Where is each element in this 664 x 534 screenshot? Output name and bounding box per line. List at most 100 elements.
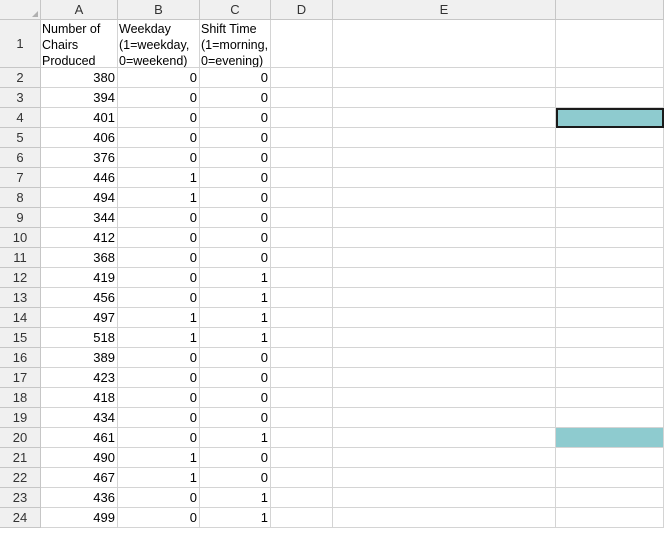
select-all-corner[interactable]	[0, 0, 41, 20]
cell-d7[interactable]	[271, 168, 333, 188]
column-header-c[interactable]: C	[200, 0, 271, 20]
cell-e3[interactable]	[333, 88, 556, 108]
cell-d20[interactable]	[271, 428, 333, 448]
cell-d10[interactable]	[271, 228, 333, 248]
cell-e16[interactable]	[333, 348, 556, 368]
cell-f5[interactable]	[556, 128, 664, 148]
data-cell-a24[interactable]: 499	[41, 508, 118, 528]
data-cell-a7[interactable]: 446	[41, 168, 118, 188]
data-cell-c3[interactable]: 0	[200, 88, 271, 108]
cell-f19[interactable]	[556, 408, 664, 428]
data-cell-c9[interactable]: 0	[200, 208, 271, 228]
cell-e10[interactable]	[333, 228, 556, 248]
column-header-d[interactable]: D	[271, 0, 333, 20]
cell-f16[interactable]	[556, 348, 664, 368]
cell-d3[interactable]	[271, 88, 333, 108]
cell-e13[interactable]	[333, 288, 556, 308]
data-cell-b22[interactable]: 1	[118, 468, 200, 488]
data-cell-a4[interactable]: 401	[41, 108, 118, 128]
data-cell-a8[interactable]: 494	[41, 188, 118, 208]
data-cell-a20[interactable]: 461	[41, 428, 118, 448]
cell-d19[interactable]	[271, 408, 333, 428]
cell-e22[interactable]	[333, 468, 556, 488]
data-cell-a19[interactable]: 434	[41, 408, 118, 428]
cell-f2[interactable]	[556, 68, 664, 88]
cell-d22[interactable]	[271, 468, 333, 488]
data-cell-c15[interactable]: 1	[200, 328, 271, 348]
row-header-2[interactable]: 2	[0, 68, 41, 88]
data-cell-a12[interactable]: 419	[41, 268, 118, 288]
cell-d17[interactable]	[271, 368, 333, 388]
cell-f1[interactable]	[556, 20, 664, 68]
data-cell-a16[interactable]: 389	[41, 348, 118, 368]
data-cell-a14[interactable]: 497	[41, 308, 118, 328]
data-cell-a17[interactable]: 423	[41, 368, 118, 388]
row-header-23[interactable]: 23	[0, 488, 41, 508]
cell-f21[interactable]	[556, 448, 664, 468]
cell-e14[interactable]	[333, 308, 556, 328]
column-header-e[interactable]: E	[333, 0, 556, 20]
cell-f18[interactable]	[556, 388, 664, 408]
data-cell-a10[interactable]: 412	[41, 228, 118, 248]
data-cell-b10[interactable]: 0	[118, 228, 200, 248]
row-header-8[interactable]: 8	[0, 188, 41, 208]
data-cell-a15[interactable]: 518	[41, 328, 118, 348]
cell-e6[interactable]	[333, 148, 556, 168]
cell-f10[interactable]	[556, 228, 664, 248]
column-header-b[interactable]: B	[118, 0, 200, 20]
data-cell-c17[interactable]: 0	[200, 368, 271, 388]
data-cell-c4[interactable]: 0	[200, 108, 271, 128]
data-cell-b23[interactable]: 0	[118, 488, 200, 508]
cell-d9[interactable]	[271, 208, 333, 228]
spreadsheet-grid[interactable]: A B C D E 1 2 3 4 5 6 7 8 9 10 11 12 13 14 15 16 17 18 19 20 21 22…	[0, 0, 664, 534]
cell-d5[interactable]	[271, 128, 333, 148]
data-cell-b12[interactable]: 0	[118, 268, 200, 288]
data-cell-c13[interactable]: 1	[200, 288, 271, 308]
cell-d2[interactable]	[271, 68, 333, 88]
data-cell-c22[interactable]: 0	[200, 468, 271, 488]
cell-f7[interactable]	[556, 168, 664, 188]
data-cell-b8[interactable]: 1	[118, 188, 200, 208]
data-cell-a3[interactable]: 394	[41, 88, 118, 108]
row-header-21[interactable]: 21	[0, 448, 41, 468]
cell-f17[interactable]	[556, 368, 664, 388]
row-header-24[interactable]: 24	[0, 508, 41, 528]
data-cell-b19[interactable]: 0	[118, 408, 200, 428]
data-cell-b3[interactable]: 0	[118, 88, 200, 108]
cell-d23[interactable]	[271, 488, 333, 508]
cell-e4[interactable]	[333, 108, 556, 128]
data-cell-c10[interactable]: 0	[200, 228, 271, 248]
data-cell-b15[interactable]: 1	[118, 328, 200, 348]
data-cell-b13[interactable]: 0	[118, 288, 200, 308]
data-cell-c21[interactable]: 0	[200, 448, 271, 468]
cell-d14[interactable]	[271, 308, 333, 328]
cell-d18[interactable]	[271, 388, 333, 408]
cell-f13[interactable]	[556, 288, 664, 308]
cell-f23[interactable]	[556, 488, 664, 508]
data-cell-b16[interactable]: 0	[118, 348, 200, 368]
cell-e23[interactable]	[333, 488, 556, 508]
cell-e19[interactable]	[333, 408, 556, 428]
row-header-11[interactable]: 11	[0, 248, 41, 268]
data-cell-a2[interactable]: 380	[41, 68, 118, 88]
data-cell-b2[interactable]: 0	[118, 68, 200, 88]
row-header-7[interactable]: 7	[0, 168, 41, 188]
row-header-17[interactable]: 17	[0, 368, 41, 388]
row-header-10[interactable]: 10	[0, 228, 41, 248]
data-cell-b9[interactable]: 0	[118, 208, 200, 228]
data-cell-c11[interactable]: 0	[200, 248, 271, 268]
data-cell-c12[interactable]: 1	[200, 268, 271, 288]
row-header-20[interactable]: 20	[0, 428, 41, 448]
cell-d13[interactable]	[271, 288, 333, 308]
row-header-5[interactable]: 5	[0, 128, 41, 148]
data-cell-a11[interactable]: 368	[41, 248, 118, 268]
data-cell-a9[interactable]: 344	[41, 208, 118, 228]
cell-e2[interactable]	[333, 68, 556, 88]
data-cell-c6[interactable]: 0	[200, 148, 271, 168]
cell-e12[interactable]	[333, 268, 556, 288]
cell-d1[interactable]	[271, 20, 333, 68]
cell-e17[interactable]	[333, 368, 556, 388]
cell-f4[interactable]	[556, 108, 664, 128]
cell-d24[interactable]	[271, 508, 333, 528]
data-cell-b21[interactable]: 1	[118, 448, 200, 468]
